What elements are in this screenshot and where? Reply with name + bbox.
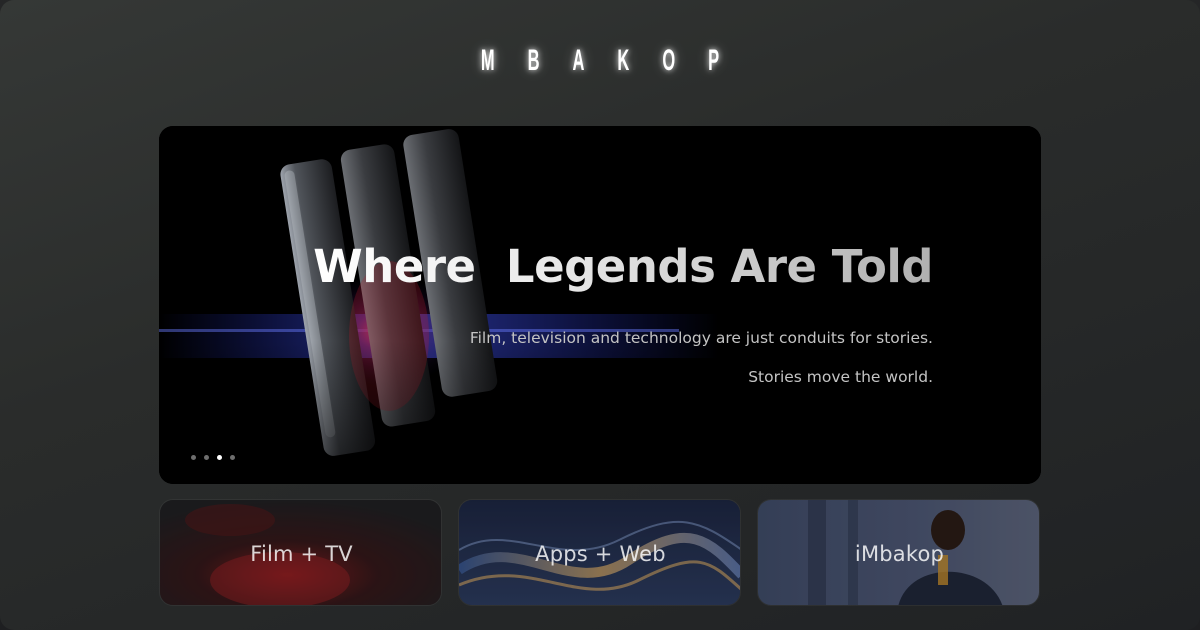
carousel-dot-2[interactable] [204,455,209,460]
brand-logo[interactable]: MBAKOP [270,44,930,78]
carousel-dot-4[interactable] [230,455,235,460]
carousel-dot-3[interactable] [217,455,222,460]
card-apps-web-label: Apps + Web [535,541,666,566]
card-imbakop[interactable]: iMbakop [757,499,1040,606]
carousel-dots [191,455,235,460]
card-film-tv[interactable]: Film + TV [159,499,442,606]
hero-subtitle-line-1: Film, television and technology are just… [469,329,933,347]
carousel-dot-1[interactable] [191,455,196,460]
hero-logo-artwork [159,126,1041,484]
card-apps-web[interactable]: Apps + Web [458,499,741,606]
card-imbakop-label: iMbakop [854,541,945,566]
section-cards: Film + TV Apps + Web iMbakop [159,499,1041,606]
card-film-tv-label: Film + TV [250,541,353,566]
hero-subtitle-line-2: Stories move the world. [748,368,933,386]
hero-banner: Where Legends Are Told Film, television … [159,126,1041,484]
hero-title: Where Legends Are Told [313,240,933,293]
